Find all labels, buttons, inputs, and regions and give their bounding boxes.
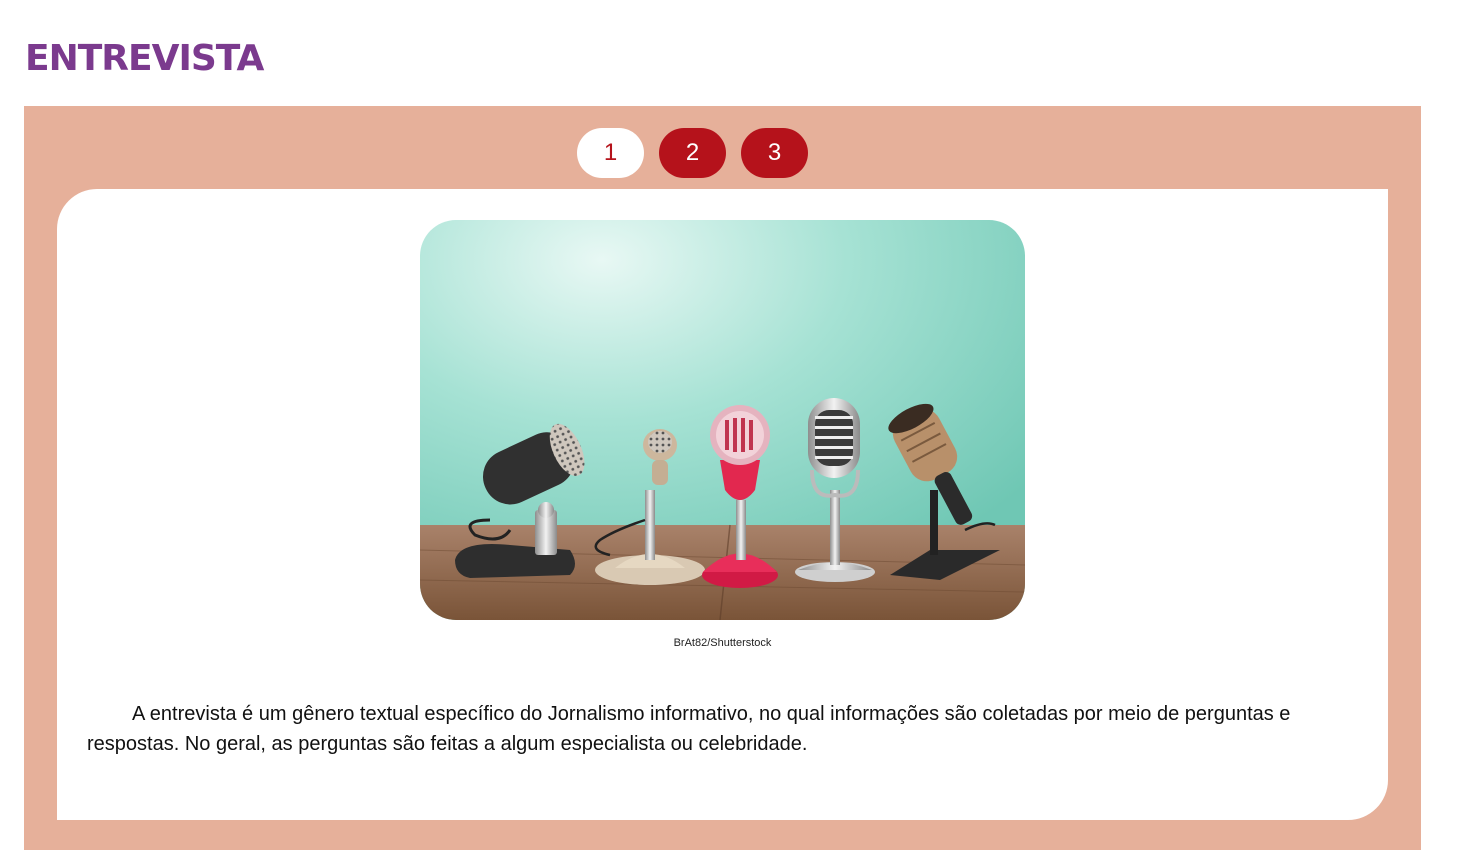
page-title: ENTREVISTA (25, 38, 264, 79)
tab-1[interactable]: 1 (577, 128, 644, 178)
content-card: BrAt82/Shutterstock A entrevista é um gê… (57, 189, 1388, 820)
microphones-photo (420, 220, 1025, 620)
image-credit: BrAt82/Shutterstock (673, 637, 772, 649)
page-tabs: 1 2 3 (24, 128, 1421, 178)
tab-3[interactable]: 3 (741, 128, 808, 178)
description-paragraph: A entrevista é um gênero textual específ… (87, 703, 1291, 755)
content-panel: 1 2 3 BrAt82/Shutterstock A entrevista é… (24, 106, 1421, 850)
tab-2[interactable]: 2 (659, 128, 726, 178)
